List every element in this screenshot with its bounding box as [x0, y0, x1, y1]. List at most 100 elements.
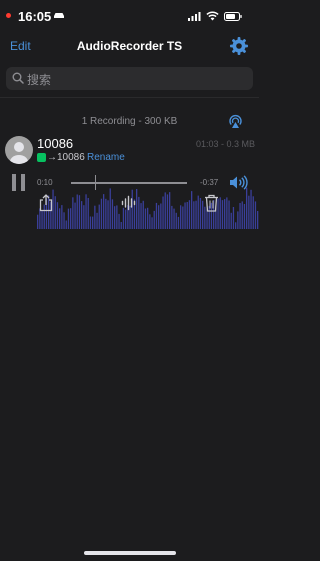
waveform-bar: [63, 212, 65, 229]
airplay-icon[interactable]: [228, 114, 243, 129]
waveform-bar: [116, 205, 118, 229]
waveform-bar: [147, 207, 149, 229]
search-icon: [12, 72, 24, 84]
waveform-bar: [114, 206, 116, 229]
search-placeholder: 搜索: [27, 73, 52, 87]
waveform-bar: [125, 209, 127, 229]
waveform-bar: [237, 211, 239, 229]
gear-icon[interactable]: [229, 36, 249, 56]
signal-icon: [188, 12, 201, 21]
home-indicator: [84, 551, 176, 555]
waveform-bar: [61, 205, 63, 229]
waveform-bar: [41, 210, 43, 229]
rename-button[interactable]: Rename: [87, 152, 125, 163]
waveform-bar: [197, 195, 199, 229]
waveform-bar: [186, 202, 188, 229]
waveform-bar: [166, 194, 169, 229]
waveform-bar: [76, 194, 78, 229]
waveform-edit-icon[interactable]: [121, 195, 137, 211]
waveform-bar: [164, 192, 166, 229]
waveform-bar: [193, 201, 195, 229]
waveform-bar: [94, 205, 96, 229]
battery-icon: [224, 12, 242, 21]
waveform-bar: [144, 208, 147, 229]
elapsed-time: 0:10: [37, 178, 53, 187]
waveform-bar: [149, 214, 151, 229]
nav-bar: Edit AudioRecorder TS: [0, 34, 259, 60]
waveform-bar: [239, 203, 241, 229]
search-input[interactable]: 搜索: [6, 67, 253, 90]
share-icon[interactable]: [38, 194, 54, 212]
recording-name[interactable]: 10086: [37, 136, 73, 151]
waveform-bar: [171, 205, 173, 229]
waveform-bar: [111, 199, 114, 229]
waveform-bar: [89, 216, 92, 229]
status-time: 16:05: [18, 9, 52, 24]
remaining-time: -0:37: [200, 178, 219, 187]
waveform-bar: [235, 222, 237, 229]
waveform-bar: [96, 212, 98, 229]
waveform-bar: [243, 204, 246, 229]
waveform-bar: [250, 189, 252, 229]
playback-scrubber[interactable]: [71, 182, 187, 184]
recordings-summary: 1 Recording - 300 KB: [81, 116, 178, 127]
waveform-bar: [199, 198, 202, 229]
waveform-bar: [221, 200, 224, 229]
waveform-bar: [87, 198, 89, 229]
waveform-bar: [241, 201, 243, 229]
waveform-bar: [224, 199, 226, 229]
waveform-bar: [188, 200, 191, 229]
waveform-bar: [160, 203, 162, 229]
car-icon: [54, 13, 64, 18]
waveform-bar: [78, 195, 81, 229]
waveform-bar: [100, 198, 103, 229]
waveform-bar: [232, 207, 235, 229]
record-dot-icon: [6, 13, 11, 18]
waveform-bar: [153, 210, 155, 229]
recording-target: →10086: [47, 152, 85, 163]
recording-duration-size: 01:03 - 0.3 MB: [195, 139, 255, 149]
waveform-bar: [177, 216, 180, 229]
waveform-bar: [140, 203, 142, 229]
waveform-bar: [158, 205, 160, 229]
waveform-bar: [67, 208, 70, 229]
waveform-bar: [175, 212, 177, 229]
waveform-bar: [162, 196, 164, 229]
waveform-bar: [219, 197, 221, 229]
waveform-bar: [54, 196, 56, 229]
waveform-bar: [74, 202, 76, 229]
waveform-bar: [206, 209, 208, 229]
waveform-bar: [37, 214, 39, 229]
waveform-bar: [184, 202, 186, 229]
trash-icon[interactable]: [204, 194, 219, 212]
waveform-bar: [59, 208, 61, 229]
wechat-icon: [37, 153, 46, 162]
waveform-bar: [230, 212, 232, 229]
avatar: [5, 136, 33, 164]
waveform-bar: [81, 201, 83, 229]
waveform-bar: [105, 198, 107, 229]
waveform-bar: [142, 200, 144, 229]
waveform-bar: [83, 205, 85, 229]
waveform-bar: [228, 200, 230, 229]
waveform-bar: [138, 196, 140, 229]
wifi-icon: [206, 11, 219, 21]
waveform-bar: [226, 197, 228, 229]
waveform-bar: [252, 196, 254, 229]
status-bar: 16:05: [0, 0, 259, 34]
avatar-icon: [10, 142, 28, 164]
waveform-bar: [109, 188, 111, 229]
page-title: AudioRecorder TS: [76, 39, 183, 53]
waveform-bar: [180, 205, 182, 229]
waveform-bar: [169, 192, 171, 229]
waveform-bar: [257, 211, 259, 229]
waveform-bar: [182, 206, 184, 229]
waveform-bar: [173, 208, 175, 229]
waveform-bar: [118, 213, 120, 229]
waveform-bar: [248, 195, 250, 229]
waveform[interactable]: [36, 187, 259, 229]
waveform-bar: [195, 200, 197, 229]
divider: [0, 97, 259, 98]
pause-icon[interactable]: [12, 174, 26, 191]
waveform-bar: [72, 197, 74, 229]
